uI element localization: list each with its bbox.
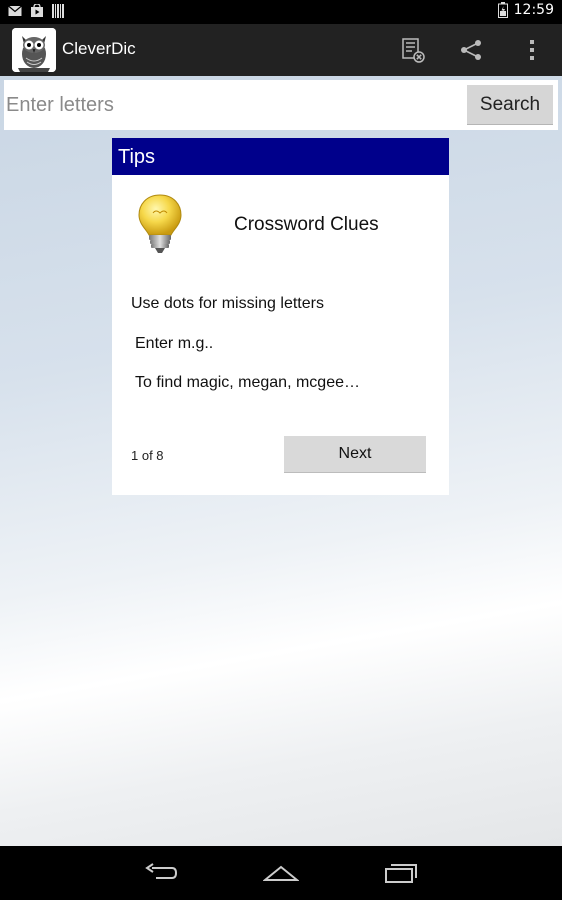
overflow-menu-icon	[530, 40, 534, 60]
tip-title: Crossword Clues	[234, 214, 379, 235]
light-bulb-icon	[138, 194, 182, 253]
search-button[interactable]: Search	[467, 85, 553, 125]
tip-line: Use dots for missing letters	[131, 295, 324, 312]
owl-logo-icon[interactable]	[12, 28, 56, 72]
main-content: Search Tips	[0, 76, 562, 846]
notification-icons	[8, 4, 64, 18]
status-bar: 12:59	[0, 0, 562, 24]
dialog-title: Tips	[118, 146, 156, 168]
search-input[interactable]	[4, 80, 464, 130]
clear-list-button[interactable]	[393, 32, 433, 68]
clear-list-icon	[402, 38, 425, 63]
tip-line: Enter m.g..	[135, 335, 214, 352]
play-store-icon	[31, 4, 43, 17]
navigation-bar	[0, 846, 562, 900]
battery-icon	[497, 2, 508, 18]
action-bar: CleverDic	[0, 24, 562, 76]
recent-apps-icon	[385, 864, 417, 883]
recent-apps-button[interactable]	[371, 858, 431, 888]
next-button[interactable]: Next	[284, 436, 426, 473]
search-bar: Search	[4, 80, 558, 130]
tip-line: To find magic, megan, mcgee…	[135, 374, 360, 391]
barcode-icon	[52, 4, 64, 18]
share-button[interactable]	[451, 32, 491, 68]
system-icons: 12:59	[497, 2, 554, 18]
share-icon	[461, 40, 481, 60]
home-button[interactable]	[251, 858, 311, 888]
dialog-header: Tips	[112, 138, 449, 175]
tips-dialog: Tips Crossword Clues Use dots for missin…	[112, 138, 449, 495]
mail-icon	[8, 5, 22, 16]
page-indicator: 1 of 8	[131, 448, 164, 463]
app-title: CleverDic	[62, 39, 136, 58]
back-button[interactable]	[131, 858, 191, 888]
overflow-menu-button[interactable]	[512, 32, 552, 68]
home-icon	[263, 865, 299, 881]
clock: 12:59	[513, 2, 554, 18]
back-icon	[145, 863, 178, 879]
